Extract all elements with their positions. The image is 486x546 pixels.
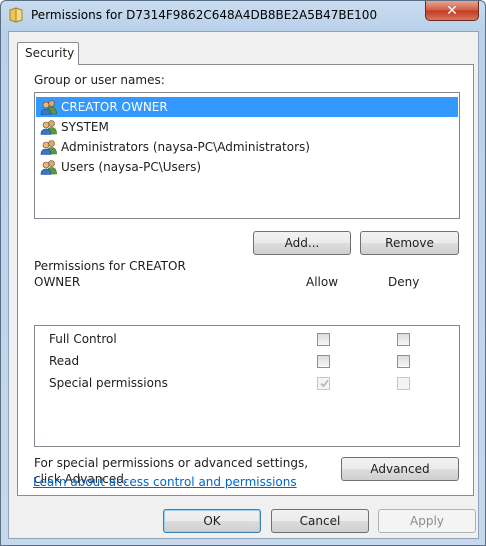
users-icon [40,100,57,115]
permissions-list: Full Control Read Special permissions [34,325,460,447]
ok-button[interactable]: OK [163,509,261,533]
advanced-hint-line1: For special permissions or advanced sett… [34,456,309,470]
full-control-deny-checkbox[interactable] [397,333,410,346]
list-item-administrators[interactable]: Administrators (naysa-PC\Administrators) [36,137,458,157]
perm-name-full-control: Full Control [49,332,117,346]
security-panel: Group or user names: CREATOR OWNER SYSTE… [17,64,474,496]
perm-name-special: Special permissions [49,376,168,390]
perm-name-read: Read [49,354,80,368]
dialog-client: Security Group or user names: CREATOR OW… [8,31,479,539]
check-icon [320,379,329,388]
folder-icon [9,7,23,23]
title-bar[interactable]: Permissions for D7314F9862C648A4DB8BE2A5… [1,1,485,31]
cancel-button[interactable]: Cancel [271,509,369,533]
special-allow-checkbox [317,377,330,390]
groups-label: Group or user names: [34,73,165,87]
window-title: Permissions for D7314F9862C648A4DB8BE2A5… [31,8,378,22]
add-button[interactable]: Add... [253,231,351,255]
group-user-list[interactable]: CREATOR OWNER SYSTEM Administrators (nay… [34,92,460,219]
users-icon [40,140,57,155]
permissions-header-line1: Permissions for CREATOR [34,259,186,273]
close-button[interactable]: ✕ [425,1,479,21]
list-item-creator-owner[interactable]: CREATOR OWNER [36,97,458,117]
list-item-label: SYSTEM [61,120,109,134]
list-item-system[interactable]: SYSTEM [36,117,458,137]
learn-more-link[interactable]: Learn about access control and permissio… [33,475,297,489]
read-deny-checkbox[interactable] [397,355,410,368]
tab-security[interactable]: Security [17,42,79,65]
permissions-header-line2: OWNER [34,275,81,289]
deny-column-header: Deny [388,275,420,289]
users-icon [40,160,57,175]
list-item-label: Users (naysa-PC\Users) [61,160,202,174]
close-icon: ✕ [446,2,458,19]
list-item-users[interactable]: Users (naysa-PC\Users) [36,157,458,177]
read-allow-checkbox[interactable] [317,355,330,368]
apply-button: Apply [378,509,476,533]
allow-column-header: Allow [306,275,339,289]
full-control-allow-checkbox[interactable] [317,333,330,346]
permissions-window: Permissions for D7314F9862C648A4DB8BE2A5… [0,0,486,546]
list-item-label: CREATOR OWNER [61,100,168,114]
list-item-label: Administrators (naysa-PC\Administrators) [61,140,310,154]
remove-button[interactable]: Remove [360,231,459,255]
special-deny-checkbox [397,377,410,390]
users-icon [40,120,57,135]
advanced-button[interactable]: Advanced [341,457,459,481]
